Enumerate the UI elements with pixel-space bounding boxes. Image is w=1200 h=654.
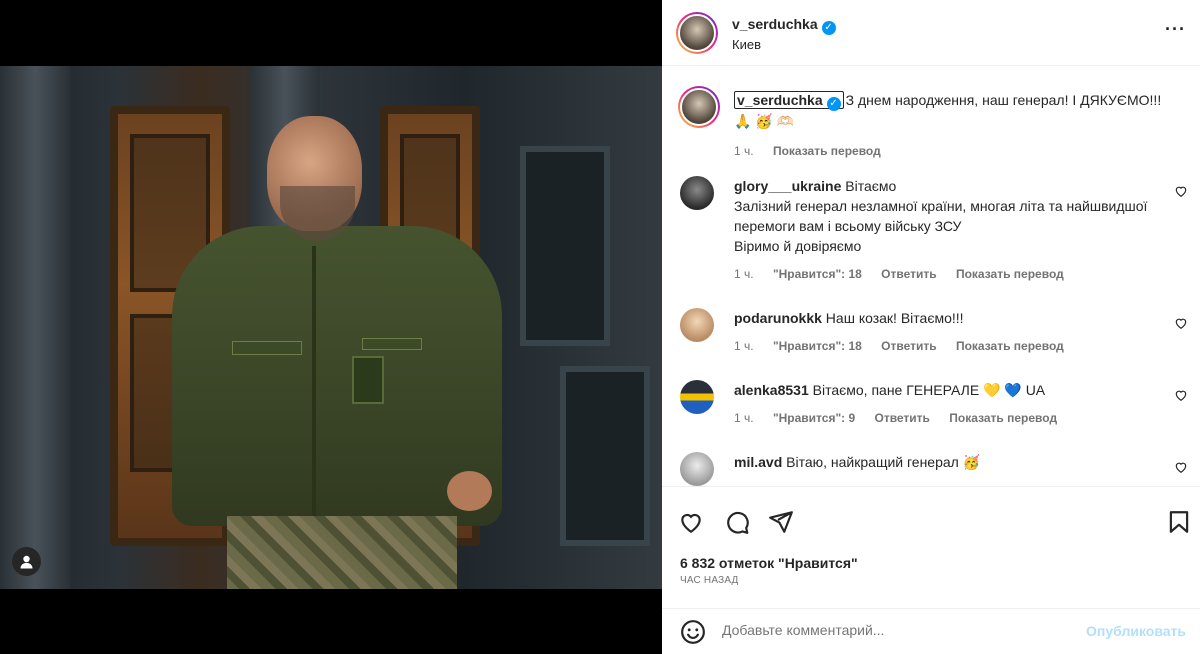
comment-reply-link[interactable]: Ответить — [874, 411, 929, 425]
caption-translate-link[interactable]: Показать перевод — [773, 144, 881, 158]
caption-time[interactable]: 1 ч. — [734, 144, 754, 158]
comment-username[interactable]: glory___ukraine — [734, 178, 841, 194]
post-sidebar: v_serduchka ✓ Киев ··· v_serduchka ✓ З днем… — [662, 0, 1200, 654]
post-photo[interactable] — [0, 66, 662, 589]
comment-reply-link[interactable]: Ответить — [881, 339, 936, 353]
comment-form: Опубликовать — [662, 608, 1200, 654]
post-actions: 6 832 отметок "Нравится" ЧАС НАЗАД — [662, 486, 1200, 610]
comments-list[interactable]: v_serduchka ✓ З днем народження, наш генер… — [662, 66, 1200, 486]
caption-username[interactable]: v_serduchka — [737, 92, 823, 108]
comment-text: Наш козак! Вітаємо!!! — [825, 310, 964, 326]
heart-icon[interactable] — [1174, 388, 1188, 402]
comment-avatar[interactable] — [680, 452, 714, 486]
more-icon[interactable]: ··· — [1165, 20, 1186, 38]
comment-avatar[interactable] — [680, 308, 714, 342]
comment-icon[interactable] — [724, 509, 750, 535]
heart-icon[interactable] — [678, 509, 704, 535]
heart-icon[interactable] — [1174, 460, 1188, 474]
comment-reply-link[interactable]: Ответить — [881, 267, 936, 281]
publish-button[interactable]: Опубликовать — [1086, 623, 1186, 639]
comment-input[interactable] — [722, 622, 1072, 638]
comment-likes[interactable]: "Нравится": 9 — [773, 411, 855, 425]
author-username[interactable]: v_serduchka — [732, 16, 818, 32]
heart-icon[interactable] — [1174, 184, 1188, 198]
comment-likes[interactable]: "Нравится": 18 — [773, 267, 862, 281]
comment-translate-link[interactable]: Показать перевод — [956, 339, 1064, 353]
save-icon[interactable] — [1166, 509, 1192, 535]
photo-bg-window — [560, 366, 650, 546]
post-time-ago[interactable]: ЧАС НАЗАД — [680, 575, 739, 586]
comment-time[interactable]: 1 ч. — [734, 267, 754, 281]
comment-avatar[interactable] — [680, 380, 714, 414]
user-tag-icon[interactable] — [12, 547, 41, 576]
emoji-icon[interactable] — [680, 619, 706, 645]
comment-likes[interactable]: "Нравится": 18 — [773, 339, 862, 353]
comment-username[interactable]: mil.avd — [734, 454, 782, 470]
photo-bg-window — [520, 146, 610, 346]
author-avatar[interactable] — [676, 12, 718, 54]
post-media — [0, 0, 662, 654]
comment-text: Вітаємо, пане ГЕНЕРАЛЕ 💛 💙 UA — [812, 382, 1046, 398]
verified-icon: ✓ — [821, 21, 836, 35]
post-location[interactable]: Киев — [732, 37, 761, 52]
caption-avatar[interactable] — [678, 86, 720, 128]
comment-translate-link[interactable]: Показать перевод — [949, 411, 1057, 425]
comment-username[interactable]: podarunokkk — [734, 310, 822, 326]
heart-icon[interactable] — [1174, 316, 1188, 330]
comment-avatar[interactable] — [680, 176, 714, 210]
comment-text: Вітаю, найкращий генерал 🥳 — [786, 454, 981, 470]
comment-time[interactable]: 1 ч. — [734, 411, 754, 425]
verified-icon: ✓ — [826, 97, 841, 111]
comment-translate-link[interactable]: Показать перевод — [956, 267, 1064, 281]
likes-count[interactable]: 6 832 отметок "Нравится" — [680, 555, 858, 571]
photo-person — [172, 116, 502, 589]
comment-username[interactable]: alenka8531 — [734, 382, 809, 398]
post-header: v_serduchka ✓ Киев ··· — [662, 0, 1200, 66]
share-icon[interactable] — [768, 509, 794, 535]
comment-time[interactable]: 1 ч. — [734, 339, 754, 353]
photo-bg-pillar — [0, 66, 70, 589]
